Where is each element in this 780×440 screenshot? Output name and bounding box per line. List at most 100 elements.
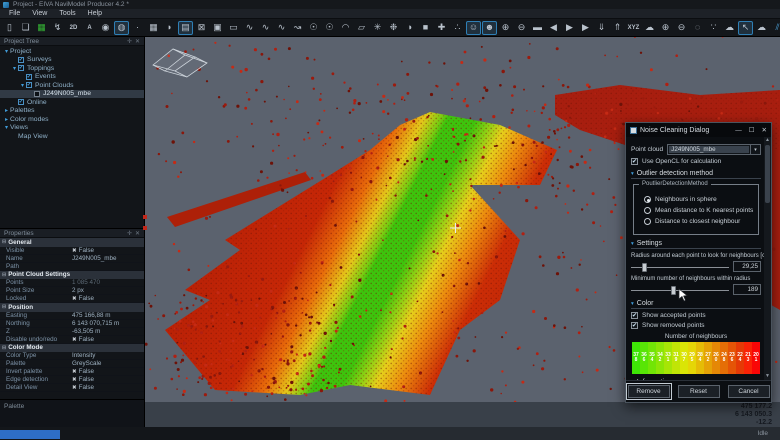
remove-button[interactable]: Remove	[625, 383, 672, 400]
property-row-path[interactable]: Path	[0, 263, 144, 271]
toolbar-move-down[interactable]: ⇓	[594, 21, 609, 35]
radius-slider-handle[interactable]	[641, 262, 647, 272]
maximize-icon[interactable]: ☐	[749, 126, 755, 134]
toolbar-scatter-points[interactable]: ∴	[450, 21, 465, 35]
pin-icon[interactable]: ✛	[127, 230, 132, 237]
property-row-edge-detection[interactable]: Edge detection ✖ False	[0, 376, 144, 384]
toolbar-replay-clapper[interactable]: ▬	[530, 21, 545, 35]
toolbar-eiva-logo[interactable]: ⫽	[770, 21, 780, 35]
toolbar-save[interactable]: ▦	[34, 21, 49, 35]
toolbar-accept-smiley[interactable]: ☺	[466, 20, 481, 35]
toolbar-profile-edit[interactable]: ∿	[258, 21, 273, 35]
tree-node-palettes[interactable]: ▸ Palettes	[0, 107, 144, 116]
min-neighbours-slider-handle[interactable]	[671, 285, 677, 295]
tree-node-project[interactable]: ▾ Project	[0, 47, 144, 56]
toolbar-dtm-table[interactable]: ▤	[178, 20, 193, 35]
minimize-icon[interactable]: —	[735, 127, 742, 134]
tree-checkbox[interactable]: ✔	[18, 56, 24, 63]
property-row-z[interactable]: Z -63,505 m	[0, 328, 144, 336]
tree-checkbox[interactable]	[34, 90, 40, 97]
toolbar-camera[interactable]: ▣	[210, 21, 225, 35]
toolbar-connect[interactable]: ↯	[50, 21, 65, 35]
tree-node-color-modes[interactable]: ▸ Color modes	[0, 115, 144, 124]
tree-node-point-clouds[interactable]: ▾ ✔ Point Clouds	[0, 81, 144, 90]
property-row-locked[interactable]: Locked ✖ False	[0, 295, 144, 303]
radio-icon[interactable]	[644, 207, 651, 214]
section-information[interactable]: ▾ Information	[631, 379, 761, 380]
toolbar-cloud-pan[interactable]: ☁	[754, 21, 769, 35]
property-row-northing[interactable]: Northing 6 143 070,715 m	[0, 320, 144, 328]
toolbar-cloud-subtract[interactable]: ⊖	[674, 21, 689, 35]
menu-file[interactable]: File	[4, 10, 25, 17]
close-icon[interactable]: ✕	[135, 230, 140, 237]
tree-checkbox[interactable]: ✔	[18, 99, 24, 106]
collapse-icon[interactable]: ⊟	[2, 304, 6, 310]
toolbar-ruler[interactable]: ▭	[226, 21, 241, 35]
radio-neighbours-in-sphere[interactable]: Neighbours in sphere	[644, 196, 754, 203]
tree-node-j249n005_mbe[interactable]: J249N005_mbe	[0, 89, 144, 98]
expander-icon[interactable]: ▾	[3, 124, 10, 131]
dialog-title-bar[interactable]: Noise Cleaning Dialog — ☐ ✕	[626, 123, 771, 137]
toolbar-track-route[interactable]: ↝	[290, 21, 305, 35]
radio-distance-to-closest-neighbour[interactable]: Distance to closest neighbour	[644, 218, 754, 225]
radius-slider[interactable]	[631, 262, 729, 272]
property-section-general[interactable]: ⊟ General	[0, 238, 144, 247]
property-row-invert-palette[interactable]: Invert palette ✖ False	[0, 368, 144, 376]
dialog-scrollbar[interactable]: ▲ ▼	[764, 137, 771, 380]
menu-help[interactable]: Help	[83, 10, 107, 17]
scroll-up-icon[interactable]: ▲	[765, 137, 770, 144]
point-cloud-dropdown[interactable]: J249N005_mbe ▾	[667, 144, 761, 155]
toolbar-geo-region[interactable]: ◗	[162, 21, 177, 35]
reset-button[interactable]: Reset	[677, 385, 720, 398]
property-row-name[interactable]: Name J249N005_mbe	[0, 255, 144, 263]
chevron-down-icon[interactable]: ▾	[750, 145, 760, 154]
tree-node-map-view[interactable]: Map View	[0, 132, 144, 141]
toolbar-new-file[interactable]: ▯	[2, 21, 17, 35]
toolbar-polygon-tool[interactable]: ▱	[354, 21, 369, 35]
close-icon[interactable]: ✕	[762, 126, 767, 134]
expander-icon[interactable]: ▾	[3, 48, 10, 55]
toolbar-cursor-select[interactable]: ↖	[738, 20, 753, 35]
property-section-position[interactable]: ⊟ Position	[0, 303, 144, 312]
toolbar-step-back[interactable]: ◀	[546, 21, 561, 35]
toolbar-cloud-tool[interactable]: ☁	[642, 21, 657, 35]
toolbar-xyz-export[interactable]: XYZ	[626, 21, 641, 35]
property-row-detail-view[interactable]: Detail View ✖ False	[0, 384, 144, 392]
toolbar-pick-point[interactable]: ✚	[434, 21, 449, 35]
property-section-color-mode[interactable]: ⊟ Color Mode	[0, 343, 144, 352]
tree-checkbox[interactable]: ✔	[26, 82, 32, 89]
toolbar-lasso-select[interactable]: ◌	[690, 21, 705, 35]
property-row-points[interactable]: Points 1 085 470	[0, 279, 144, 287]
toolbar-view-2d[interactable]: 2D	[66, 21, 81, 35]
expander-icon[interactable]: ▸	[3, 107, 10, 114]
tree-checkbox[interactable]: ✔	[18, 65, 24, 72]
expander-icon[interactable]: ▸	[3, 116, 10, 123]
property-row-color-type[interactable]: Color Type Intensity	[0, 352, 144, 360]
tree-node-views[interactable]: ▾ Views	[0, 124, 144, 133]
toolbar-open-project[interactable]: ❏	[18, 21, 33, 35]
toolbar-point-add[interactable]: ⊕	[498, 21, 513, 35]
toolbar-cloud-add[interactable]: ⊕	[658, 21, 673, 35]
show-removed-row[interactable]: ✔ Show removed points	[631, 322, 761, 329]
toolbar-light-settings[interactable]: ✳	[370, 21, 385, 35]
toolbar-cluster-tool[interactable]: ∵	[706, 21, 721, 35]
show-removed-checkbox[interactable]: ✔	[631, 322, 638, 329]
section-outlier-detection[interactable]: ▾ Outlier detection method	[631, 170, 761, 179]
property-row-visible[interactable]: Visible ✖ False	[0, 247, 144, 255]
close-icon[interactable]: ✕	[135, 38, 140, 45]
tree-checkbox[interactable]: ✔	[26, 73, 32, 80]
property-row-point-size[interactable]: Point Size 2 px	[0, 287, 144, 295]
splitter-mark[interactable]	[143, 215, 147, 219]
toolbar-cloud-merge[interactable]: ☁	[722, 21, 737, 35]
radio-icon[interactable]	[644, 218, 651, 225]
toolbar-palette-tool[interactable]: ❉	[386, 21, 401, 35]
toolbar-texture-tool[interactable]: ◑	[402, 21, 417, 35]
radius-value-box[interactable]: 29,25	[733, 261, 761, 272]
toolbar-solid-fill[interactable]: ■	[418, 21, 433, 35]
property-row-easting[interactable]: Easting 475 166,88 m	[0, 312, 144, 320]
tree-node-online[interactable]: ✔ Online	[0, 98, 144, 107]
property-row-disable-undo-redo[interactable]: Disable undo/redo ✖ False	[0, 336, 144, 344]
toolbar-view-3d[interactable]: ◉	[98, 21, 113, 35]
show-accepted-row[interactable]: ✔ Show accepted points	[631, 312, 761, 319]
toolbar-point-remove[interactable]: ⊖	[514, 21, 529, 35]
